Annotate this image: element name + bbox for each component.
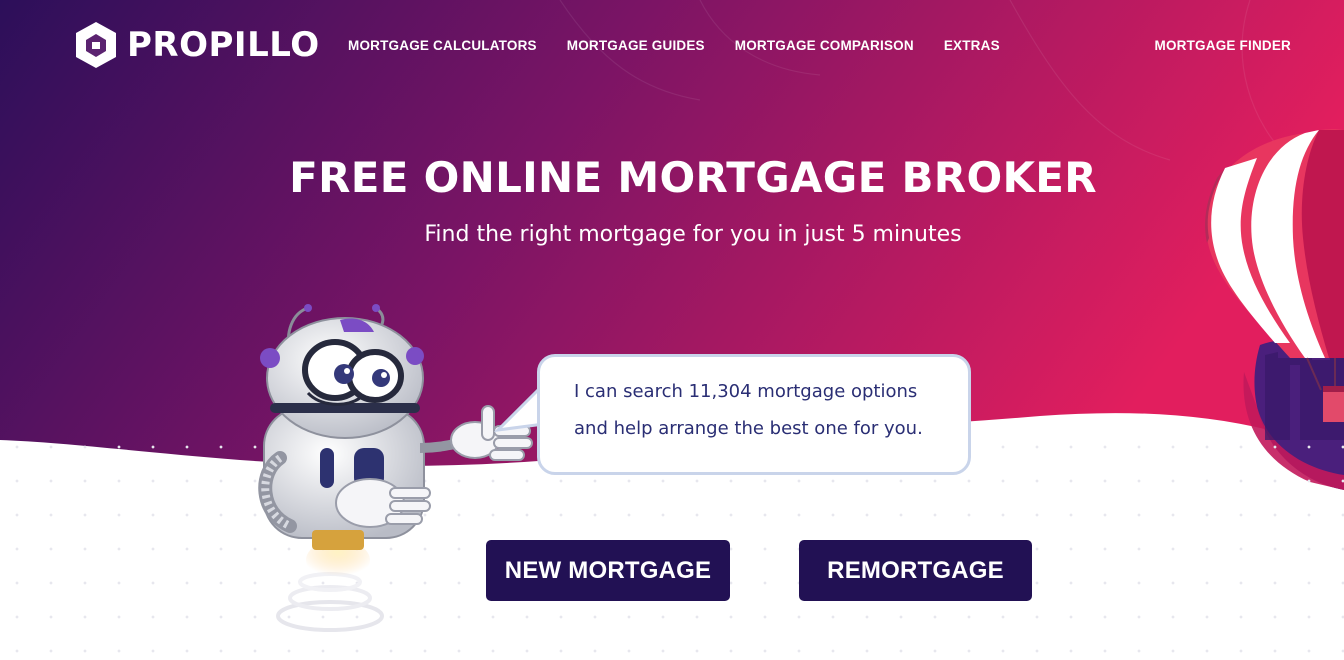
bubble-line-2: and help arrange the best one for you. (574, 418, 923, 439)
brand-name: PROPILLO (127, 25, 320, 65)
new-mortgage-button[interactable]: NEW MORTGAGE (486, 540, 730, 601)
brand-logo[interactable]: PROPILLO (73, 20, 320, 70)
speech-bubble: I can search 11,304 mortgage options and… (537, 354, 971, 475)
bubble-line-1: I can search 11,304 mortgage options (574, 381, 918, 402)
propillo-hexagon-logo-icon (76, 22, 116, 68)
nav-item-extras[interactable]: EXTRAS (944, 38, 1000, 53)
page-title: FREE ONLINE MORTGAGE BROKER (289, 153, 1097, 202)
main-nav: MORTGAGE CALCULATORS MORTGAGE GUIDES MOR… (348, 38, 1000, 53)
remortgage-button[interactable]: REMORTGAGE (799, 540, 1032, 601)
nav-item-mortgage-calculators[interactable]: MORTGAGE CALCULATORS (348, 38, 537, 53)
nav-item-mortgage-finder[interactable]: MORTGAGE FINDER (1155, 38, 1292, 53)
nav-item-mortgage-guides[interactable]: MORTGAGE GUIDES (567, 38, 705, 53)
hot-air-balloon-icon (1205, 129, 1344, 422)
nav-item-mortgage-comparison[interactable]: MORTGAGE COMPARISON (735, 38, 914, 53)
page-subtitle: Find the right mortgage for you in just … (424, 222, 962, 247)
